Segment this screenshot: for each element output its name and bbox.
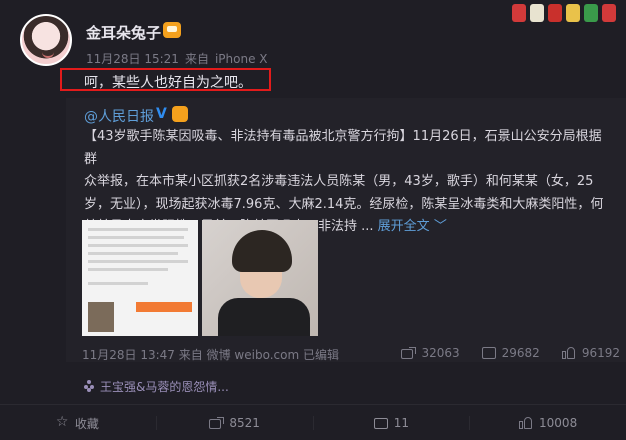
edited-label[interactable]: 已编辑 (303, 348, 339, 362)
verified-icon: V (156, 106, 167, 122)
text-line (88, 228, 188, 231)
post-text: 呵，某些人也好自为之吧。 (84, 75, 252, 91)
member-crown-icon[interactable] (163, 22, 181, 38)
org-badge-icon (172, 106, 188, 122)
share-icon (401, 347, 417, 359)
share-icon (209, 417, 225, 429)
text-line (88, 252, 178, 255)
red-banner (136, 302, 192, 312)
quoted-comment-count: 29682 (501, 346, 540, 360)
quoted-from-label: 来自 (178, 348, 203, 362)
username[interactable]: 金耳朵兔子 (86, 22, 161, 43)
avatar-smile (42, 50, 54, 58)
thumbs-up-icon (561, 347, 576, 359)
decorative-stickers (512, 4, 616, 26)
comment-count: 11 (393, 416, 410, 430)
quoted-post: @人民日报 V 【43岁歌手陈某因吸毒、非法持有毒品被北京警方行拘】11月26日… (66, 98, 626, 362)
collect-button[interactable]: 收藏 (0, 414, 156, 432)
quoted-body-line: 【43岁歌手陈某因吸毒、非法持有毒品被北京警方行拘】11月26日，石景山公安分局… (84, 129, 602, 167)
expand-label: 展开全文 (377, 219, 430, 235)
repost-button[interactable]: 8521 (157, 416, 313, 430)
quoted-actions: 32063 29682 96192 (401, 346, 620, 360)
action-bar: 收藏 8521 11 10008 (0, 406, 626, 440)
topic-link[interactable]: 王宝强&马蓉的恩怨情... (84, 378, 229, 395)
quoted-body-line: 岁，无业），现场起获冰毒7.96克、大麻2.14克。经尿检，陈某呈冰毒类和大麻类… (84, 196, 604, 212)
collect-label: 收藏 (74, 416, 99, 431)
portrait-photo-thumbnail[interactable] (202, 220, 318, 336)
post-meta: 11月28日 15:21 来自 iPhone X (86, 50, 274, 67)
quoted-like-count: 96192 (581, 346, 620, 360)
thumbs-up-icon (519, 417, 533, 429)
topic-label: 王宝强&马蓉的恩怨情... (100, 380, 229, 394)
text-line (88, 244, 188, 247)
quoted-body-line: 众举报，在本市某小区抓获2名涉毒违法人员陈某（男，43岁，歌手）和何某某（女，2… (84, 174, 594, 190)
quoted-time[interactable]: 11月28日 13:47 (82, 348, 175, 362)
quoted-repost-count: 32063 (421, 346, 460, 360)
person-body (218, 298, 310, 336)
avatar[interactable] (20, 14, 72, 66)
post-time[interactable]: 11月28日 15:21 (86, 52, 179, 66)
thumbnail-photo (88, 302, 114, 332)
like-button[interactable]: 10008 (470, 416, 626, 430)
quoted-author[interactable]: @人民日报 (84, 106, 154, 126)
text-line (88, 282, 148, 285)
post-client[interactable]: iPhone X (215, 52, 268, 66)
quoted-repost-button[interactable]: 32063 (401, 346, 460, 360)
comment-icon (373, 417, 388, 429)
quoted-comment-button[interactable]: 29682 (481, 346, 540, 360)
text-line (88, 260, 188, 263)
quoted-footer: 11月28日 13:47 来自 微博 weibo.com 已编辑 (82, 346, 339, 363)
comment-button[interactable]: 11 (314, 416, 470, 430)
expand-link[interactable]: 展开全文 ﹀ (378, 219, 447, 234)
text-line (88, 268, 168, 271)
star-icon (56, 414, 69, 430)
like-count: 10008 (539, 416, 578, 430)
from-label: 来自 (184, 52, 209, 66)
weibo-post-card: 金耳朵兔子 11月28日 15:21 来自 iPhone X 呵，某些人也好自为之吧… (0, 0, 626, 440)
text-line (88, 236, 184, 239)
quoted-client[interactable]: 微博 weibo.com (207, 348, 300, 362)
quoted-like-button[interactable]: 96192 (561, 346, 620, 360)
news-screenshot-thumbnail[interactable] (82, 220, 198, 336)
repost-count: 8521 (229, 416, 260, 430)
divider (0, 404, 626, 405)
person-hair (232, 230, 292, 272)
comment-icon (481, 347, 496, 359)
chevron-down-icon: ﹀ (433, 219, 447, 235)
